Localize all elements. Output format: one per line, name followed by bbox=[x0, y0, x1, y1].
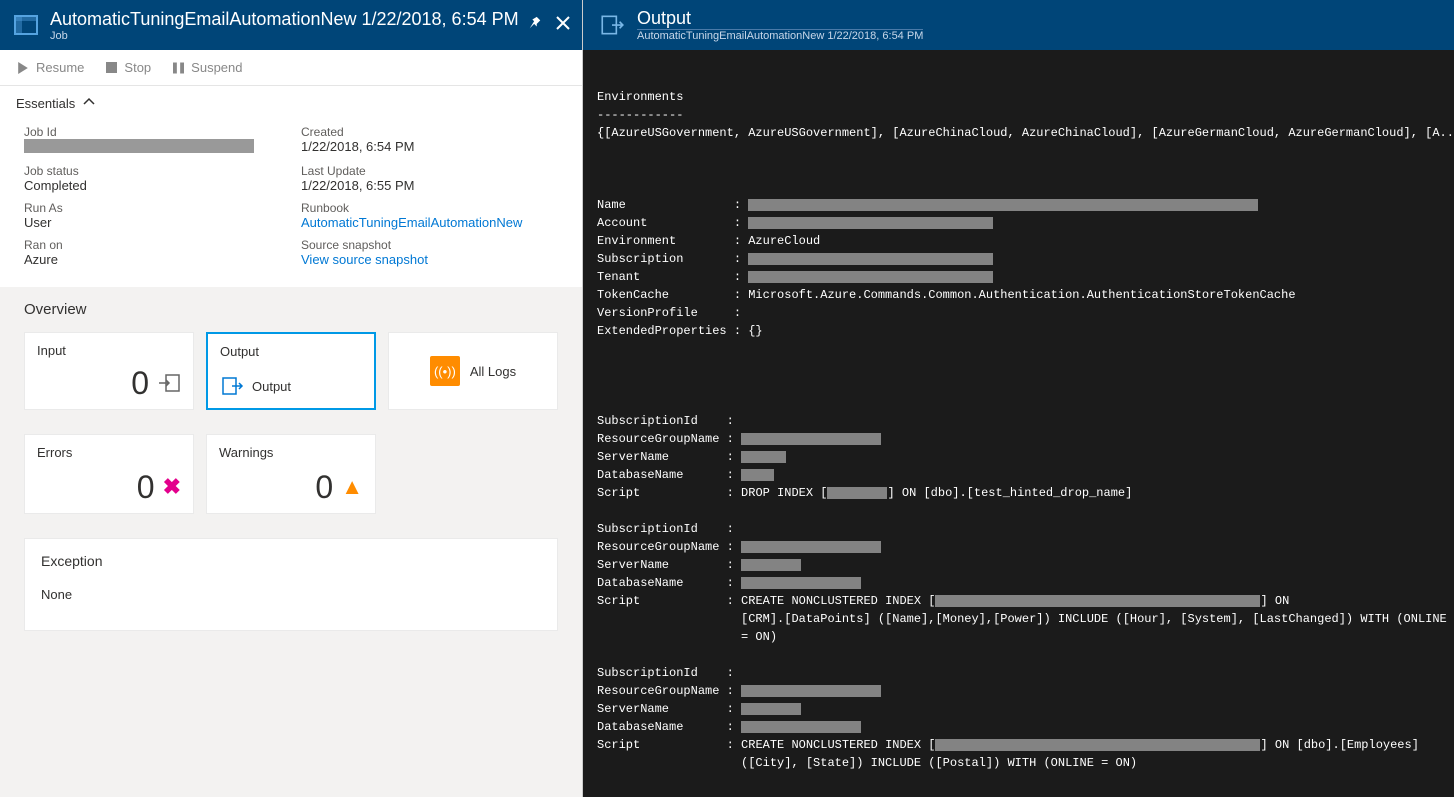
output-icon bbox=[220, 374, 244, 398]
errors-tile-title: Errors bbox=[37, 445, 181, 460]
essentials-label: Essentials bbox=[16, 96, 75, 111]
runbook-label: Runbook bbox=[301, 201, 558, 215]
run-as-label: Run As bbox=[24, 201, 281, 215]
suspend-button[interactable]: Suspend bbox=[171, 60, 242, 75]
header-actions bbox=[528, 16, 570, 35]
runbook-link[interactable]: AutomaticTuningEmailAutomationNew bbox=[301, 215, 522, 230]
errors-tile[interactable]: Errors 0 ✖ bbox=[24, 434, 194, 514]
ran-on-label: Ran on bbox=[24, 238, 281, 252]
ran-on-value: Azure bbox=[24, 252, 281, 267]
output-header: Output AutomaticTuningEmailAutomationNew… bbox=[583, 0, 1454, 50]
job-status-value: Completed bbox=[24, 178, 281, 193]
errors-tile-value: 0 bbox=[137, 471, 155, 503]
created-value: 1/22/2018, 6:54 PM bbox=[301, 139, 558, 154]
overview-section: Overview Input 0 Output Output ((•)) All… bbox=[0, 287, 582, 797]
output-blade: Output AutomaticTuningEmailAutomationNew… bbox=[583, 0, 1454, 797]
tiles-row-2: Errors 0 ✖ Warnings 0 ▲ bbox=[24, 434, 558, 514]
output-header-icon bbox=[599, 12, 625, 38]
source-snapshot-label: Source snapshot bbox=[301, 238, 558, 252]
job-status-label: Job status bbox=[24, 164, 281, 178]
warnings-tile[interactable]: Warnings 0 ▲ bbox=[206, 434, 376, 514]
warnings-tile-value: 0 bbox=[315, 471, 333, 503]
output-console[interactable]: Environments ------------ {[AzureUSGover… bbox=[583, 50, 1454, 797]
output-tile[interactable]: Output Output bbox=[206, 332, 376, 410]
stop-icon bbox=[104, 61, 118, 75]
run-as-value: User bbox=[24, 215, 281, 230]
warning-triangle-icon: ▲ bbox=[341, 474, 363, 500]
last-update-value: 1/22/2018, 6:55 PM bbox=[301, 178, 558, 193]
play-icon bbox=[16, 61, 30, 75]
suspend-label: Suspend bbox=[191, 60, 242, 75]
output-header-titles: Output AutomaticTuningEmailAutomationNew… bbox=[637, 8, 923, 42]
exception-value: None bbox=[41, 587, 541, 602]
job-header: AutomaticTuningEmailAutomationNew 1/22/2… bbox=[0, 0, 582, 50]
created-label: Created bbox=[301, 125, 558, 139]
exception-title: Exception bbox=[41, 553, 541, 569]
input-icon bbox=[157, 371, 181, 395]
job-header-icon bbox=[12, 11, 40, 39]
resume-label: Resume bbox=[36, 60, 84, 75]
stop-button[interactable]: Stop bbox=[104, 60, 151, 75]
chevron-up-icon bbox=[83, 96, 95, 111]
stop-label: Stop bbox=[124, 60, 151, 75]
output-text: Environments ------------ {[AzureUSGover… bbox=[597, 70, 1454, 772]
job-title: AutomaticTuningEmailAutomationNew 1/22/2… bbox=[50, 9, 528, 30]
header-titles: AutomaticTuningEmailAutomationNew 1/22/2… bbox=[50, 9, 528, 42]
job-blade: AutomaticTuningEmailAutomationNew 1/22/2… bbox=[0, 0, 583, 797]
resume-button[interactable]: Resume bbox=[16, 60, 84, 75]
input-tile-title: Input bbox=[37, 343, 181, 358]
job-id-label: Job Id bbox=[24, 125, 281, 139]
error-x-icon: ✖ bbox=[163, 474, 181, 500]
all-logs-label: All Logs bbox=[470, 364, 516, 379]
input-tile-value: 0 bbox=[131, 367, 149, 399]
pin-icon[interactable] bbox=[528, 16, 542, 35]
output-tile-title: Output bbox=[220, 344, 362, 359]
output-title: Output bbox=[637, 8, 923, 30]
last-update-label: Last Update bbox=[301, 164, 558, 178]
pause-icon bbox=[171, 61, 185, 75]
job-subtitle: Job bbox=[50, 30, 528, 42]
exception-tile[interactable]: Exception None bbox=[24, 538, 558, 631]
all-logs-tile[interactable]: ((•)) All Logs bbox=[388, 332, 558, 410]
input-tile[interactable]: Input 0 bbox=[24, 332, 194, 410]
warnings-tile-title: Warnings bbox=[219, 445, 363, 460]
job-toolbar: Resume Stop Suspend bbox=[0, 50, 582, 86]
essentials-toggle[interactable]: Essentials bbox=[0, 86, 582, 121]
output-subtitle: AutomaticTuningEmailAutomationNew 1/22/2… bbox=[637, 30, 923, 42]
logs-icon: ((•)) bbox=[430, 356, 460, 386]
tiles-row-1: Input 0 Output Output ((•)) All Logs bbox=[24, 332, 558, 410]
source-snapshot-link[interactable]: View source snapshot bbox=[301, 252, 428, 267]
job-id-value-redacted bbox=[24, 139, 254, 153]
output-tile-link-label: Output bbox=[252, 379, 291, 394]
overview-title: Overview bbox=[24, 301, 558, 318]
essentials-grid: Job Id Created 1/22/2018, 6:54 PM Job st… bbox=[0, 121, 582, 287]
close-icon[interactable] bbox=[556, 16, 570, 35]
